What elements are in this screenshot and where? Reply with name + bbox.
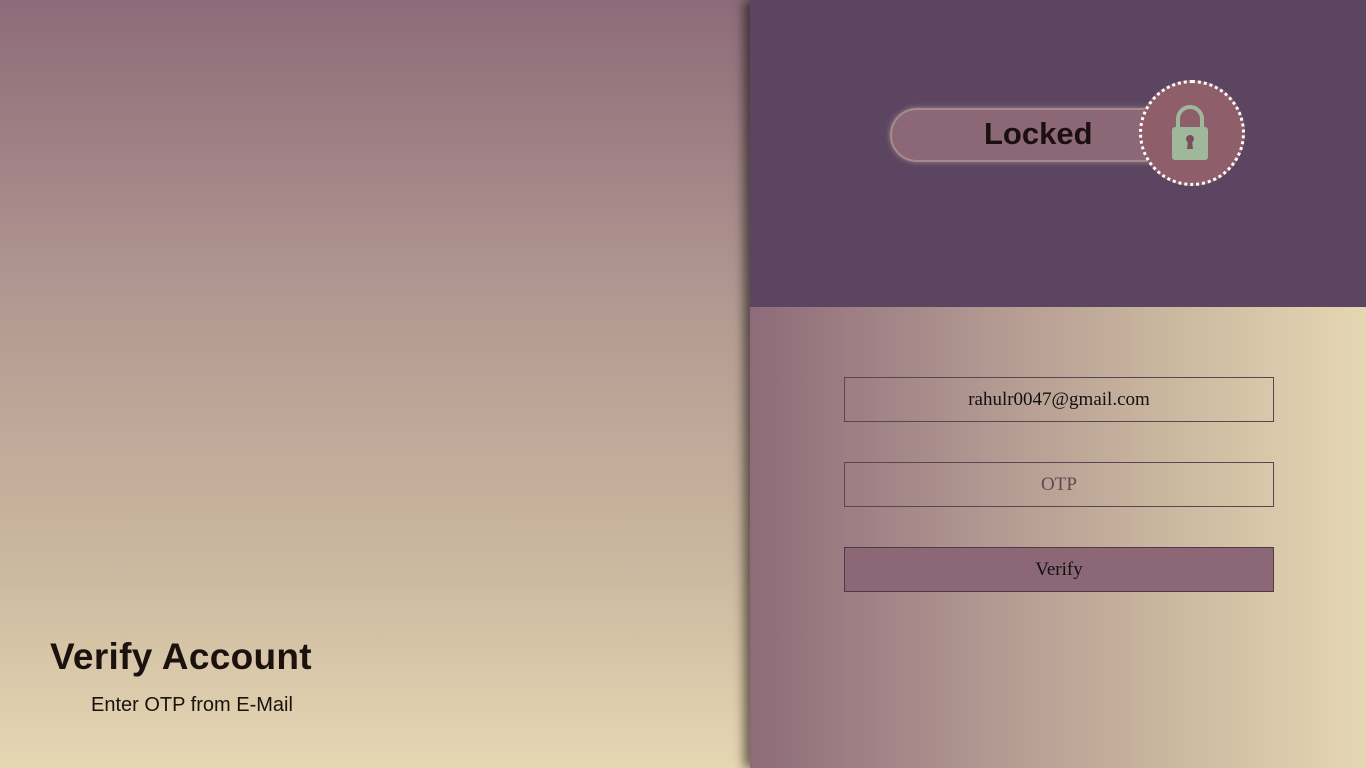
verify-panel: Locked Verify xyxy=(750,0,1366,768)
lock-badge xyxy=(1139,80,1245,186)
verify-form: Verify xyxy=(750,307,1366,768)
padlock-icon xyxy=(1172,105,1208,160)
lock-status-label: Locked xyxy=(984,116,1093,151)
email-field[interactable] xyxy=(844,377,1274,422)
page-subtitle: Enter OTP from E-Mail xyxy=(91,694,293,716)
otp-input[interactable] xyxy=(844,462,1274,507)
info-panel: Verify Account Enter OTP from E-Mail xyxy=(0,0,750,768)
verify-button[interactable]: Verify xyxy=(844,547,1274,592)
lock-header: Locked xyxy=(750,0,1366,307)
page-title: Verify Account xyxy=(50,636,312,677)
lock-status-pill: Locked xyxy=(890,108,1174,162)
